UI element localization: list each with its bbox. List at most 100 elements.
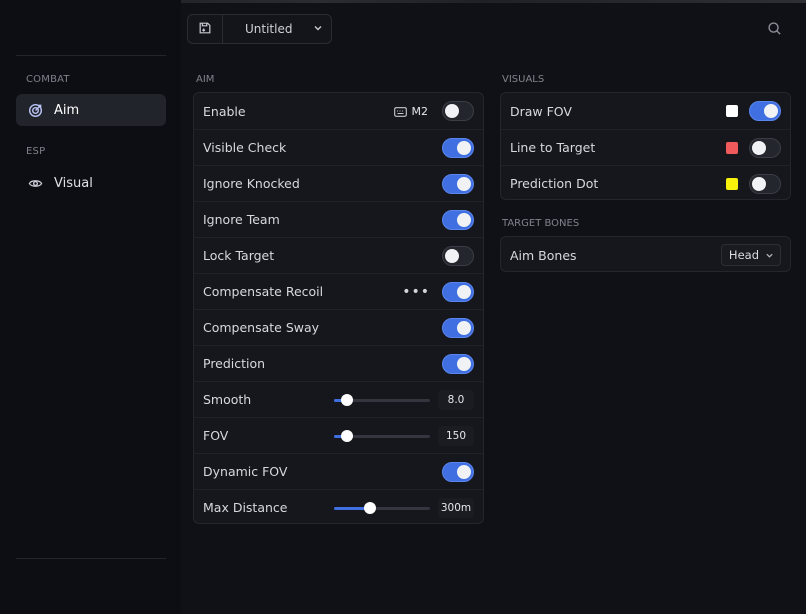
toggle-knob bbox=[764, 104, 778, 118]
select-value: Head bbox=[728, 248, 759, 262]
compensate-recoil-toggle[interactable] bbox=[442, 281, 474, 302]
fov-slider[interactable] bbox=[334, 428, 430, 444]
setting-label: Prediction bbox=[203, 356, 266, 371]
toggle-knob bbox=[752, 140, 766, 155]
setting-row-fov: FOV 150 bbox=[194, 417, 483, 453]
toggle-knob bbox=[445, 248, 459, 263]
sidebar-item-visual[interactable]: Visual bbox=[16, 167, 166, 199]
prediction-toggle[interactable] bbox=[442, 353, 474, 374]
target-bones-panel: Aim Bones Head bbox=[500, 236, 791, 272]
setting-row-lock-target: Lock Target bbox=[194, 237, 483, 273]
setting-label: Compensate Recoil bbox=[203, 284, 324, 299]
dynamic-fov-toggle[interactable] bbox=[442, 461, 474, 482]
slider-thumb[interactable] bbox=[363, 501, 376, 514]
setting-label: Ignore Team bbox=[203, 212, 280, 227]
enable-toggle[interactable] bbox=[442, 101, 474, 121]
ignore-knocked-toggle[interactable] bbox=[442, 173, 474, 194]
setting-label: Prediction Dot bbox=[510, 176, 599, 191]
ignore-team-toggle[interactable] bbox=[442, 209, 474, 230]
setting-label: Ignore Knocked bbox=[203, 176, 300, 191]
keybind-label: M2 bbox=[411, 104, 429, 118]
slider-thumb[interactable] bbox=[341, 429, 354, 442]
keybind-button[interactable]: M2 bbox=[393, 102, 429, 121]
toggle-knob bbox=[457, 212, 471, 227]
setting-row-dynamic-fov: Dynamic FOV bbox=[194, 453, 483, 489]
aim-group-title: AIM bbox=[196, 74, 215, 85]
eye-icon bbox=[27, 175, 43, 191]
visuals-panel: Draw FOV Line to Target Prediction Dot bbox=[500, 92, 791, 200]
sidebar-item-label: Aim bbox=[54, 102, 80, 118]
setting-label: Smooth bbox=[203, 392, 252, 407]
toggle-knob bbox=[457, 356, 471, 371]
sidebar-divider bbox=[16, 55, 166, 56]
setting-row-prediction: Prediction bbox=[194, 345, 483, 381]
max-distance-value[interactable]: 300m bbox=[438, 497, 474, 518]
config-toolbar: Untitled bbox=[187, 14, 332, 44]
target-bones-group-title: TARGET BONES bbox=[502, 218, 580, 229]
aim-panel: Enable M2 Visible Check Ignore Knocked Ignor… bbox=[193, 92, 484, 524]
compensate-sway-toggle[interactable] bbox=[442, 317, 474, 338]
toggle-knob bbox=[457, 320, 471, 335]
sidebar-item-label: Visual bbox=[54, 175, 93, 191]
setting-label: Line to Target bbox=[510, 140, 596, 155]
setting-row-visible-check: Visible Check bbox=[194, 129, 483, 165]
chevron-down-icon bbox=[765, 251, 774, 260]
setting-label: Max Distance bbox=[203, 500, 288, 515]
smooth-slider[interactable] bbox=[334, 392, 430, 408]
sidebar: COMBAT Aim ESP Visual bbox=[0, 0, 181, 614]
setting-row-compensate-recoil: Compensate Recoil ••• bbox=[194, 273, 483, 309]
setting-label: FOV bbox=[203, 428, 229, 443]
search-button[interactable] bbox=[765, 21, 783, 39]
sidebar-section-esp: ESP bbox=[26, 146, 46, 157]
toggle-knob bbox=[457, 140, 471, 155]
setting-row-enable: Enable M2 bbox=[194, 93, 483, 129]
setting-row-max-distance: Max Distance 300m bbox=[194, 489, 483, 525]
smooth-value[interactable]: 8.0 bbox=[438, 389, 474, 410]
toggle-knob bbox=[445, 104, 459, 118]
toggle-knob bbox=[457, 284, 471, 299]
max-distance-slider[interactable] bbox=[334, 500, 430, 516]
prediction-dot-toggle[interactable] bbox=[749, 173, 781, 194]
draw-fov-toggle[interactable] bbox=[749, 101, 781, 121]
setting-label: Compensate Sway bbox=[203, 320, 320, 335]
setting-label: Aim Bones bbox=[510, 247, 577, 263]
visuals-group-title: VISUALS bbox=[502, 74, 545, 85]
setting-row-ignore-knocked: Ignore Knocked bbox=[194, 165, 483, 201]
lock-target-toggle[interactable] bbox=[442, 245, 474, 266]
sidebar-section-combat: COMBAT bbox=[26, 74, 70, 85]
save-icon bbox=[198, 20, 212, 39]
fov-value[interactable]: 150 bbox=[438, 425, 474, 446]
setting-row-prediction-dot: Prediction Dot bbox=[501, 165, 790, 201]
sidebar-divider bbox=[16, 558, 166, 559]
save-button[interactable] bbox=[188, 15, 223, 43]
slider-thumb[interactable] bbox=[341, 393, 354, 406]
color-swatch[interactable] bbox=[726, 105, 738, 117]
config-name: Untitled bbox=[245, 22, 293, 36]
line-to-target-toggle[interactable] bbox=[749, 137, 781, 158]
visible-check-toggle[interactable] bbox=[442, 137, 474, 158]
setting-label: Enable bbox=[203, 103, 246, 119]
color-swatch[interactable] bbox=[726, 141, 738, 154]
setting-label: Draw FOV bbox=[510, 103, 572, 119]
target-icon bbox=[27, 102, 43, 118]
toggle-knob bbox=[457, 176, 471, 191]
setting-row-smooth: Smooth 8.0 bbox=[194, 381, 483, 417]
chevron-down-icon bbox=[313, 22, 323, 36]
setting-label: Visible Check bbox=[203, 140, 287, 155]
more-options-icon[interactable]: ••• bbox=[402, 285, 430, 299]
config-select[interactable]: Untitled bbox=[223, 22, 331, 36]
keyboard-icon bbox=[393, 102, 407, 121]
setting-row-ignore-team: Ignore Team bbox=[194, 201, 483, 237]
toggle-knob bbox=[752, 176, 766, 191]
search-icon bbox=[767, 21, 782, 40]
setting-label: Lock Target bbox=[203, 248, 275, 263]
toggle-knob bbox=[457, 464, 471, 479]
aim-bones-select[interactable]: Head bbox=[720, 244, 781, 266]
setting-row-line-to-target: Line to Target bbox=[501, 129, 790, 165]
sidebar-item-aim[interactable]: Aim bbox=[16, 94, 166, 126]
setting-row-aim-bones: Aim Bones Head bbox=[501, 237, 790, 273]
color-swatch[interactable] bbox=[726, 177, 738, 190]
setting-label: Dynamic FOV bbox=[203, 464, 288, 479]
setting-row-draw-fov: Draw FOV bbox=[501, 93, 790, 129]
setting-row-compensate-sway: Compensate Sway bbox=[194, 309, 483, 345]
